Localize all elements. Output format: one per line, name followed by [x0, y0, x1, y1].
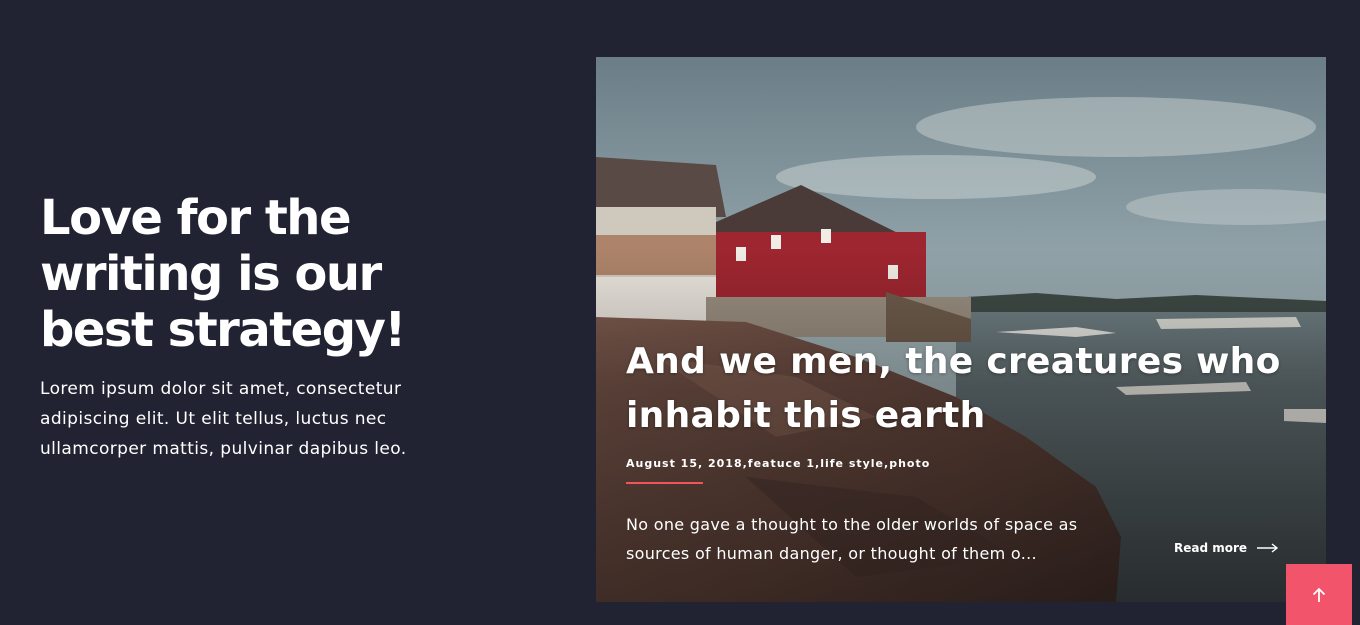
post-title[interactable]: And we men, the creatures who inhabit th… [626, 335, 1306, 443]
read-more-link[interactable]: Read more [1174, 541, 1279, 555]
featured-post-card[interactable]: And we men, the creatures who inhabit th… [596, 57, 1326, 602]
intro-body: Lorem ipsum dolor sit amet, consectetur … [40, 379, 407, 459]
read-more-label: Read more [1174, 541, 1248, 555]
intro-headline: Love for the writing is our best strateg… [40, 190, 406, 358]
post-content: And we men, the creatures who inhabit th… [626, 335, 1306, 568]
post-meta: August 15, 2018,featuce 1,life style,pho… [626, 457, 931, 470]
arrow-right-icon [1257, 543, 1279, 553]
scroll-to-top-button[interactable] [1286, 564, 1352, 625]
arrow-up-icon [1312, 587, 1326, 602]
page: Love for the writing is our best strateg… [0, 0, 1360, 625]
intro-section: Love for the writing is our best strateg… [40, 190, 460, 464]
accent-divider [626, 482, 703, 484]
post-excerpt: No one gave a thought to the older world… [626, 515, 1078, 563]
